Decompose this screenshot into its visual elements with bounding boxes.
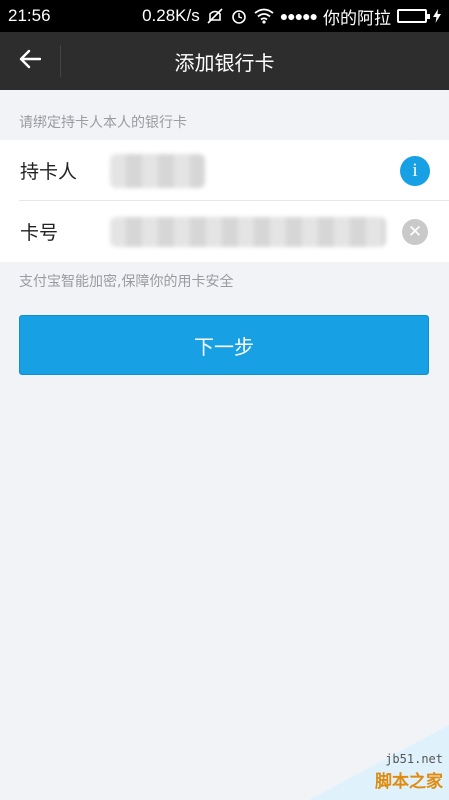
holder-row: 持卡人 i: [0, 140, 449, 201]
security-note: 支付宝智能加密,保障你的用卡安全: [19, 274, 234, 290]
app-header: 添加银行卡: [0, 32, 449, 90]
page-title: 添加银行卡: [174, 50, 275, 75]
charging-icon: [433, 9, 441, 23]
carrier-name: 你的阿拉: [323, 8, 391, 28]
back-button[interactable]: [0, 32, 60, 90]
status-bar: 21:56 0.28K/s ●●●●● 你的阿拉: [0, 0, 449, 32]
wifi-icon: [254, 8, 274, 24]
card-number-input[interactable]: [110, 217, 386, 247]
card-number-label: 卡号: [20, 222, 59, 244]
info-button[interactable]: i: [400, 156, 430, 186]
watermark-url: jb51.net: [385, 752, 443, 766]
header-divider: [60, 45, 61, 77]
next-step-label: 下一步: [194, 334, 254, 359]
status-time: 21:56: [8, 6, 51, 25]
mute-icon: [206, 7, 224, 25]
holder-label: 持卡人: [20, 161, 78, 183]
network-speed: 0.28K/s: [142, 6, 200, 25]
card-form: 持卡人 i 卡号 ✕: [0, 140, 449, 262]
clear-icon: ✕: [407, 221, 423, 242]
alarm-icon: [230, 7, 248, 25]
next-step-button[interactable]: 下一步: [19, 315, 429, 375]
battery-icon: [397, 9, 430, 23]
watermark-name: 脚本之家: [375, 772, 443, 792]
holder-name-field[interactable]: [110, 154, 205, 188]
clear-input-button[interactable]: ✕: [402, 219, 428, 245]
watermark: jb51.net 脚本之家: [309, 725, 449, 800]
signal-dots: ●●●●●: [279, 8, 318, 24]
status-right: 0.28K/s ●●●●● 你的阿拉: [142, 4, 441, 29]
info-icon: i: [412, 160, 418, 181]
card-number-row: 卡号 ✕: [0, 201, 449, 262]
bind-hint: 请绑定持卡人本人的银行卡: [19, 115, 187, 131]
arrow-left-icon: [19, 49, 42, 73]
